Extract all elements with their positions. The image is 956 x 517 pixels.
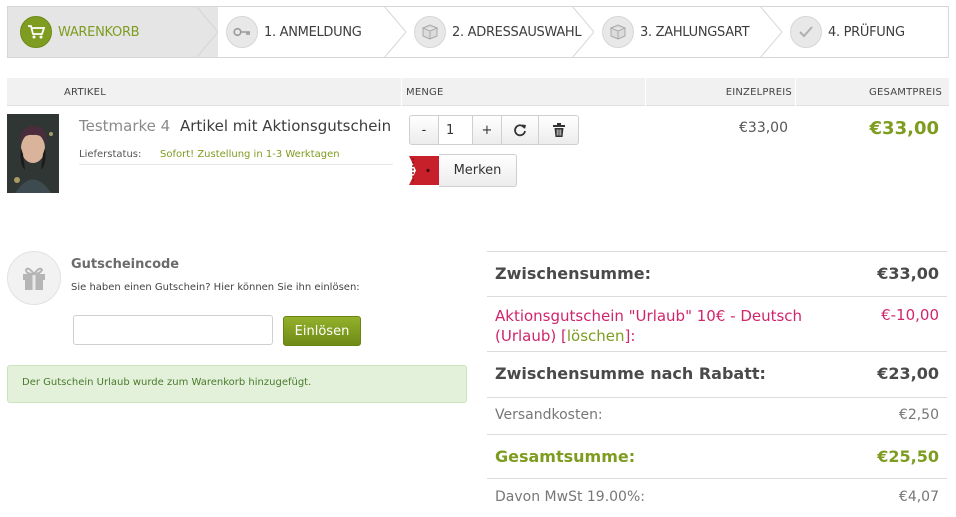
subtotal-after-discount-row: Zwischensumme nach Rabatt: €23,00 [487,351,947,397]
header-divider [401,78,402,106]
header-einzelpreis: EINZELPREIS [725,87,792,98]
bookmark-flag-icon [409,154,439,187]
voucher-code-input[interactable] [73,315,273,345]
shipping-value: €2,50 [898,407,939,423]
step-separator [196,7,218,57]
subtotal-row: Zwischensumme: €33,00 [487,251,947,296]
refresh-button[interactable] [502,116,539,144]
vat-label: Davon MwSt 19.00%: [495,489,645,505]
subtotal-label: Zwischensumme: [495,264,652,283]
product-name[interactable]: Artikel mit Aktionsgutschein [180,117,391,135]
discount-label-suffix: ]: [624,327,636,345]
unit-price: €33,00 [739,120,788,136]
discount-label: Aktionsgutschein "Urlaub" 10€ - Deutsch … [495,306,825,346]
header-artikel: ARTIKEL [64,87,106,98]
grand-total-value: €25,50 [877,447,939,466]
quantity-stepper: - + [409,115,579,145]
step-label: 4. PRÜFUNG [828,24,905,40]
checkout-steps: WARENKORB 1. ANMELDUNG 2. ADRESSAUSWAHL … [7,6,949,58]
quantity-input[interactable] [439,116,473,144]
subtotal-value: €33,00 [877,264,939,283]
step-anmeldung[interactable]: 1. ANMELDUNG [226,7,362,57]
discount-label-text: Aktionsgutschein "Urlaub" 10€ - Deutsch … [495,307,803,345]
merken-label: Merken [439,154,517,187]
header-gesamtpreis: GESAMTPREIS [869,87,942,98]
shipping-row: Versandkosten: €2,50 [487,397,947,434]
box-icon [414,16,446,48]
header-menge: MENGE [406,87,444,98]
box-icon [602,16,634,48]
key-icon [226,16,258,48]
trash-icon [552,123,565,137]
step-separator [572,7,594,57]
step-label: 3. ZAHLUNGSART [640,24,750,40]
redeem-voucher-button[interactable]: Einlösen [283,316,361,346]
gift-icon [7,251,61,305]
voucher-title: Gutscheincode [71,257,180,272]
delete-item-button[interactable] [539,116,578,144]
voucher-success-message: Der Gutschein Urlaub wurde zum Warenkorb… [7,365,467,403]
grand-total-label: Gesamtsumme: [495,447,636,466]
delete-voucher-link[interactable]: löschen [567,327,625,345]
order-totals: Zwischensumme: €33,00 Aktionsgutschein "… [487,251,947,517]
grand-total-row: Gesamtsumme: €25,50 [487,434,947,478]
vat-row: Davon MwSt 19.00%: €4,07 [487,478,947,517]
delivery-status-label: Lieferstatus: [79,149,142,160]
header-divider [645,78,646,106]
merken-button[interactable]: Merken [409,154,517,187]
delivery-status-value: Sofort! Zustellung in 1-3 Werktagen [160,149,340,160]
discount-row: Aktionsgutschein "Urlaub" 10€ - Deutsch … [487,296,947,351]
step-label: 2. ADRESSAUSWAHL [452,24,582,40]
subtotal-after-discount-label: Zwischensumme nach Rabatt: [495,364,766,383]
step-pruefung[interactable]: 4. PRÜFUNG [790,7,905,57]
step-separator [760,7,782,57]
step-adressauswahl[interactable]: 2. ADRESSAUSWAHL [414,7,582,57]
refresh-icon [514,124,526,137]
step-label: 1. ANMELDUNG [264,24,362,40]
cart-table-header: ARTIKEL MENGE EINZELPREIS GESAMTPREIS [7,78,949,106]
subtotal-after-discount-value: €23,00 [877,364,939,383]
product-thumbnail[interactable] [7,114,59,193]
decrease-quantity-button[interactable]: - [410,116,439,144]
step-separator [384,7,406,57]
discount-value: €-10,00 [881,306,939,324]
vat-value: €4,07 [898,489,939,505]
cart-icon [20,16,52,48]
voucher-hint: Sie haben einen Gutschein? Hier können S… [71,282,360,293]
step-zahlungsart[interactable]: 3. ZAHLUNGSART [602,7,750,57]
item-total-price: €33,00 [869,118,939,139]
header-divider [795,78,796,106]
increase-quantity-button[interactable]: + [473,116,502,144]
shipping-label: Versandkosten: [495,407,603,423]
step-warenkorb[interactable]: WARENKORB [8,7,218,57]
step-label: WARENKORB [58,24,140,40]
product-brand[interactable]: Testmarke 4 [79,117,170,135]
check-icon [790,16,822,48]
